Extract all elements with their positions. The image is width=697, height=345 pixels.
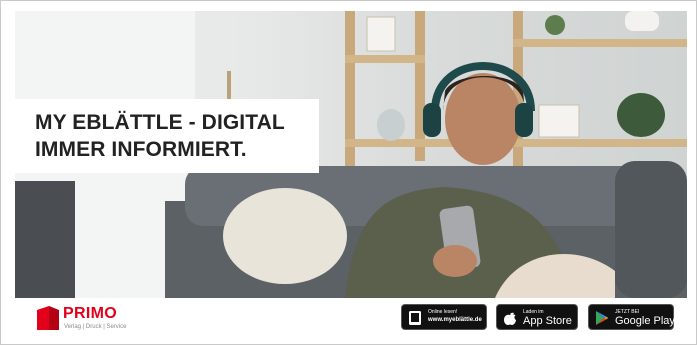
plant: [545, 15, 565, 35]
green-vase: [617, 93, 665, 137]
headphone-right: [515, 103, 533, 137]
tablet-icon: [409, 311, 421, 325]
app-store-badge[interactable]: Laden im App Store: [496, 304, 578, 330]
person-hands: [433, 245, 477, 277]
web-reader-badge[interactable]: Online lesen! www.myeblättle.de: [401, 304, 487, 330]
headline-line-2: IMMER INFORMIERT.: [35, 138, 247, 161]
shelf-post-left: [345, 11, 355, 191]
picture-frame: [366, 16, 396, 52]
picture-frame-small: [538, 104, 580, 138]
sofa-arm: [615, 161, 687, 298]
brand-name: PRIMO: [63, 305, 117, 322]
glass-vase: [377, 109, 405, 141]
google-play-badge[interactable]: JETZT BEI Google Play: [588, 304, 675, 330]
blanket: [15, 181, 75, 298]
web-badge-caption: Online lesen!: [428, 309, 458, 315]
brand-tagline: Verlag | Druck | Service: [64, 324, 127, 330]
google-play-icon: [596, 311, 608, 325]
headline-line-1: MY EBLÄTTLE - DIGITAL: [35, 111, 285, 134]
headline-box: MY EBLÄTTLE - DIGITAL IMMER INFORMIERT.: [15, 99, 319, 173]
shelf-post-middle: [415, 11, 425, 161]
google-play-label: Google Play: [615, 315, 675, 327]
web-badge-url: www.myeblättle.de: [428, 317, 482, 323]
headphone-left: [423, 103, 441, 137]
ad-banner: MY EBLÄTTLE - DIGITAL IMMER INFORMIERT. …: [0, 0, 697, 345]
shelf-board-upper: [513, 39, 687, 47]
person-face: [445, 73, 521, 165]
app-store-label: App Store: [523, 315, 572, 327]
white-bowl: [625, 11, 659, 31]
primo-logo-icon: [37, 306, 59, 330]
footer-bar: PRIMO Verlag | Druck | Service Online le…: [15, 298, 687, 336]
apple-icon: [504, 312, 516, 325]
knit-cushion: [223, 188, 347, 284]
shelf-board-top: [345, 55, 425, 63]
primo-logo[interactable]: PRIMO Verlag | Druck | Service: [37, 304, 167, 332]
